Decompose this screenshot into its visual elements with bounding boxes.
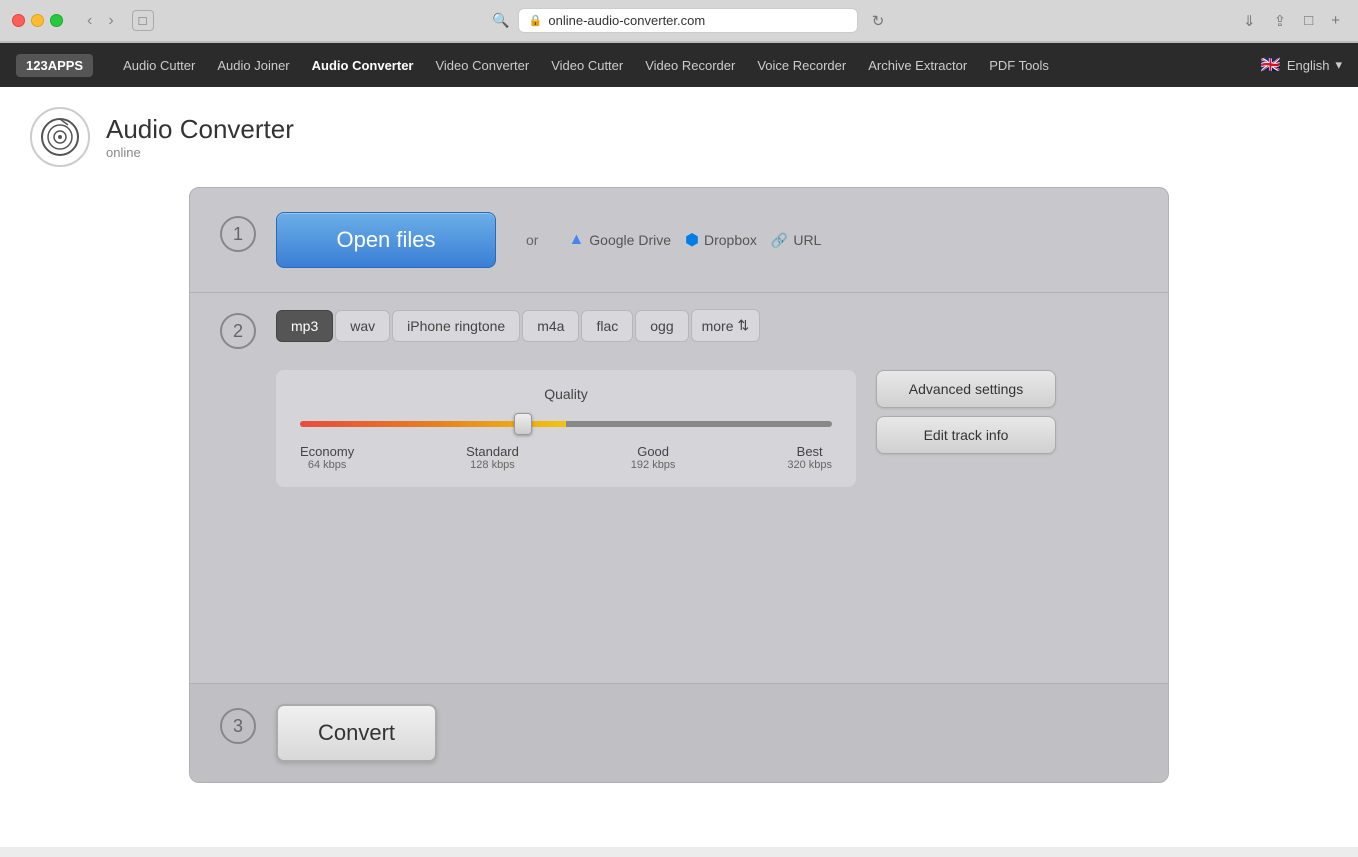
- step2-section: 2 mp3 wav iPhone ringtone m4a flac ogg m…: [190, 293, 1168, 684]
- url-text: online-audio-converter.com: [548, 13, 705, 28]
- app-header: Audio Converter online: [0, 87, 1358, 187]
- dropbox-label: Dropbox: [704, 232, 757, 248]
- back-button[interactable]: ‹: [81, 10, 98, 32]
- quality-marker-best: Best 320 kbps: [787, 444, 832, 471]
- step1-inner: 1 Open files or ▲ Google Drive ⬢ Dropbox: [190, 188, 1168, 292]
- chevron-down-icon: ▾: [1335, 57, 1342, 73]
- forward-button[interactable]: ›: [102, 10, 119, 32]
- address-bar[interactable]: 🔒 online-audio-converter.com: [518, 8, 858, 33]
- converter-wrap: 1 Open files or ▲ Google Drive ⬢ Dropbox: [0, 187, 1358, 803]
- side-buttons: Advanced settings Edit track info: [876, 370, 1056, 454]
- format-tab-iphone-ringtone[interactable]: iPhone ringtone: [392, 310, 520, 342]
- format-tabs: mp3 wav iPhone ringtone m4a flac ogg mor…: [276, 309, 1138, 342]
- slider-thumb[interactable]: [514, 413, 532, 435]
- page-content: Audio Converter online 1 Open files or ▲…: [0, 87, 1358, 847]
- slider-wrap: [300, 414, 832, 434]
- flag-icon: 🇬🇧: [1261, 55, 1281, 75]
- brand-logo[interactable]: 123APPS: [16, 54, 93, 77]
- step1-section: 1 Open files or ▲ Google Drive ⬢ Dropbox: [190, 188, 1168, 293]
- quality-area: Quality Economy 64 kbps: [276, 370, 856, 487]
- app-title-wrap: Audio Converter online: [106, 114, 294, 160]
- language-label: English: [1287, 58, 1330, 73]
- download-button[interactable]: ⇓: [1237, 10, 1262, 32]
- nav-pdf-tools[interactable]: PDF Tools: [979, 54, 1059, 77]
- quality-label: Quality: [300, 386, 832, 402]
- dropbox-link[interactable]: ⬢ Dropbox: [685, 230, 757, 250]
- google-drive-label: Google Drive: [589, 232, 671, 248]
- nav-archive-extractor[interactable]: Archive Extractor: [858, 54, 977, 77]
- format-tab-m4a[interactable]: m4a: [522, 310, 579, 342]
- advanced-settings-button[interactable]: Advanced settings: [876, 370, 1056, 408]
- logo-icon: [40, 117, 80, 157]
- more-label: more: [702, 318, 734, 334]
- format-tab-wav[interactable]: wav: [335, 310, 390, 342]
- quality-marker-standard: Standard 128 kbps: [466, 444, 519, 471]
- edit-track-info-button[interactable]: Edit track info: [876, 416, 1056, 454]
- step2-content: mp3 wav iPhone ringtone m4a flac ogg mor…: [276, 309, 1138, 667]
- nav-video-recorder[interactable]: Video Recorder: [635, 54, 745, 77]
- search-icon: 🔍: [492, 12, 509, 29]
- window-mode-button[interactable]: □: [132, 10, 154, 31]
- step3-section: 3 Convert: [190, 684, 1168, 782]
- reload-button[interactable]: ↻: [866, 10, 891, 32]
- or-text: or: [526, 232, 538, 248]
- format-more-button[interactable]: more ⇅: [691, 309, 761, 342]
- page-title: Audio Converter: [106, 114, 294, 145]
- step1-number: 1: [220, 216, 256, 252]
- format-tab-ogg[interactable]: ogg: [635, 310, 688, 342]
- nav-video-cutter[interactable]: Video Cutter: [541, 54, 633, 77]
- chevron-up-down-icon: ⇅: [738, 317, 750, 334]
- slider-track: [300, 421, 832, 427]
- step3-number: 3: [220, 708, 256, 744]
- step2-number: 2: [220, 313, 256, 349]
- app-logo: [30, 107, 90, 167]
- quality-row: Quality Economy 64 kbps: [276, 356, 1138, 487]
- quality-marker-economy: Economy 64 kbps: [300, 444, 354, 471]
- minimize-dot[interactable]: [31, 14, 44, 27]
- nav-links: Audio Cutter Audio Joiner Audio Converte…: [113, 54, 1261, 77]
- lock-icon: 🔒: [529, 14, 543, 27]
- format-tab-mp3[interactable]: mp3: [276, 310, 333, 342]
- nav-audio-cutter[interactable]: Audio Cutter: [113, 54, 205, 77]
- quality-markers: Economy 64 kbps Standard 128 kbps Good: [300, 444, 832, 471]
- url-link[interactable]: 🔗 URL: [771, 232, 821, 249]
- format-tab-flac[interactable]: flac: [581, 310, 633, 342]
- google-drive-icon: ▲: [568, 231, 584, 249]
- cloud-links: ▲ Google Drive ⬢ Dropbox 🔗 URL: [568, 230, 821, 250]
- convert-button[interactable]: Convert: [276, 704, 437, 762]
- app-navbar: 123APPS Audio Cutter Audio Joiner Audio …: [0, 43, 1358, 87]
- nav-voice-recorder[interactable]: Voice Recorder: [747, 54, 856, 77]
- link-icon: 🔗: [771, 232, 788, 249]
- nav-audio-converter[interactable]: Audio Converter: [302, 54, 424, 77]
- nav-audio-joiner[interactable]: Audio Joiner: [207, 54, 299, 77]
- language-selector[interactable]: 🇬🇧 English ▾: [1261, 55, 1342, 75]
- app-subtitle: online: [106, 145, 294, 160]
- open-files-button[interactable]: Open files: [276, 212, 496, 268]
- dropbox-icon: ⬢: [685, 230, 699, 250]
- url-label: URL: [793, 232, 821, 248]
- google-drive-link[interactable]: ▲ Google Drive: [568, 231, 671, 249]
- quality-marker-good: Good 192 kbps: [631, 444, 676, 471]
- step3-inner: 3 Convert: [190, 684, 1168, 782]
- new-tab-button[interactable]: □: [1298, 10, 1319, 31]
- add-tab-button[interactable]: +: [1325, 10, 1346, 31]
- nav-video-converter[interactable]: Video Converter: [425, 54, 539, 77]
- share-button[interactable]: ⇪: [1268, 10, 1293, 32]
- maximize-dot[interactable]: [50, 14, 63, 27]
- empty-space: [276, 487, 1138, 667]
- converter-box: 1 Open files or ▲ Google Drive ⬢ Dropbox: [189, 187, 1169, 783]
- close-dot[interactable]: [12, 14, 25, 27]
